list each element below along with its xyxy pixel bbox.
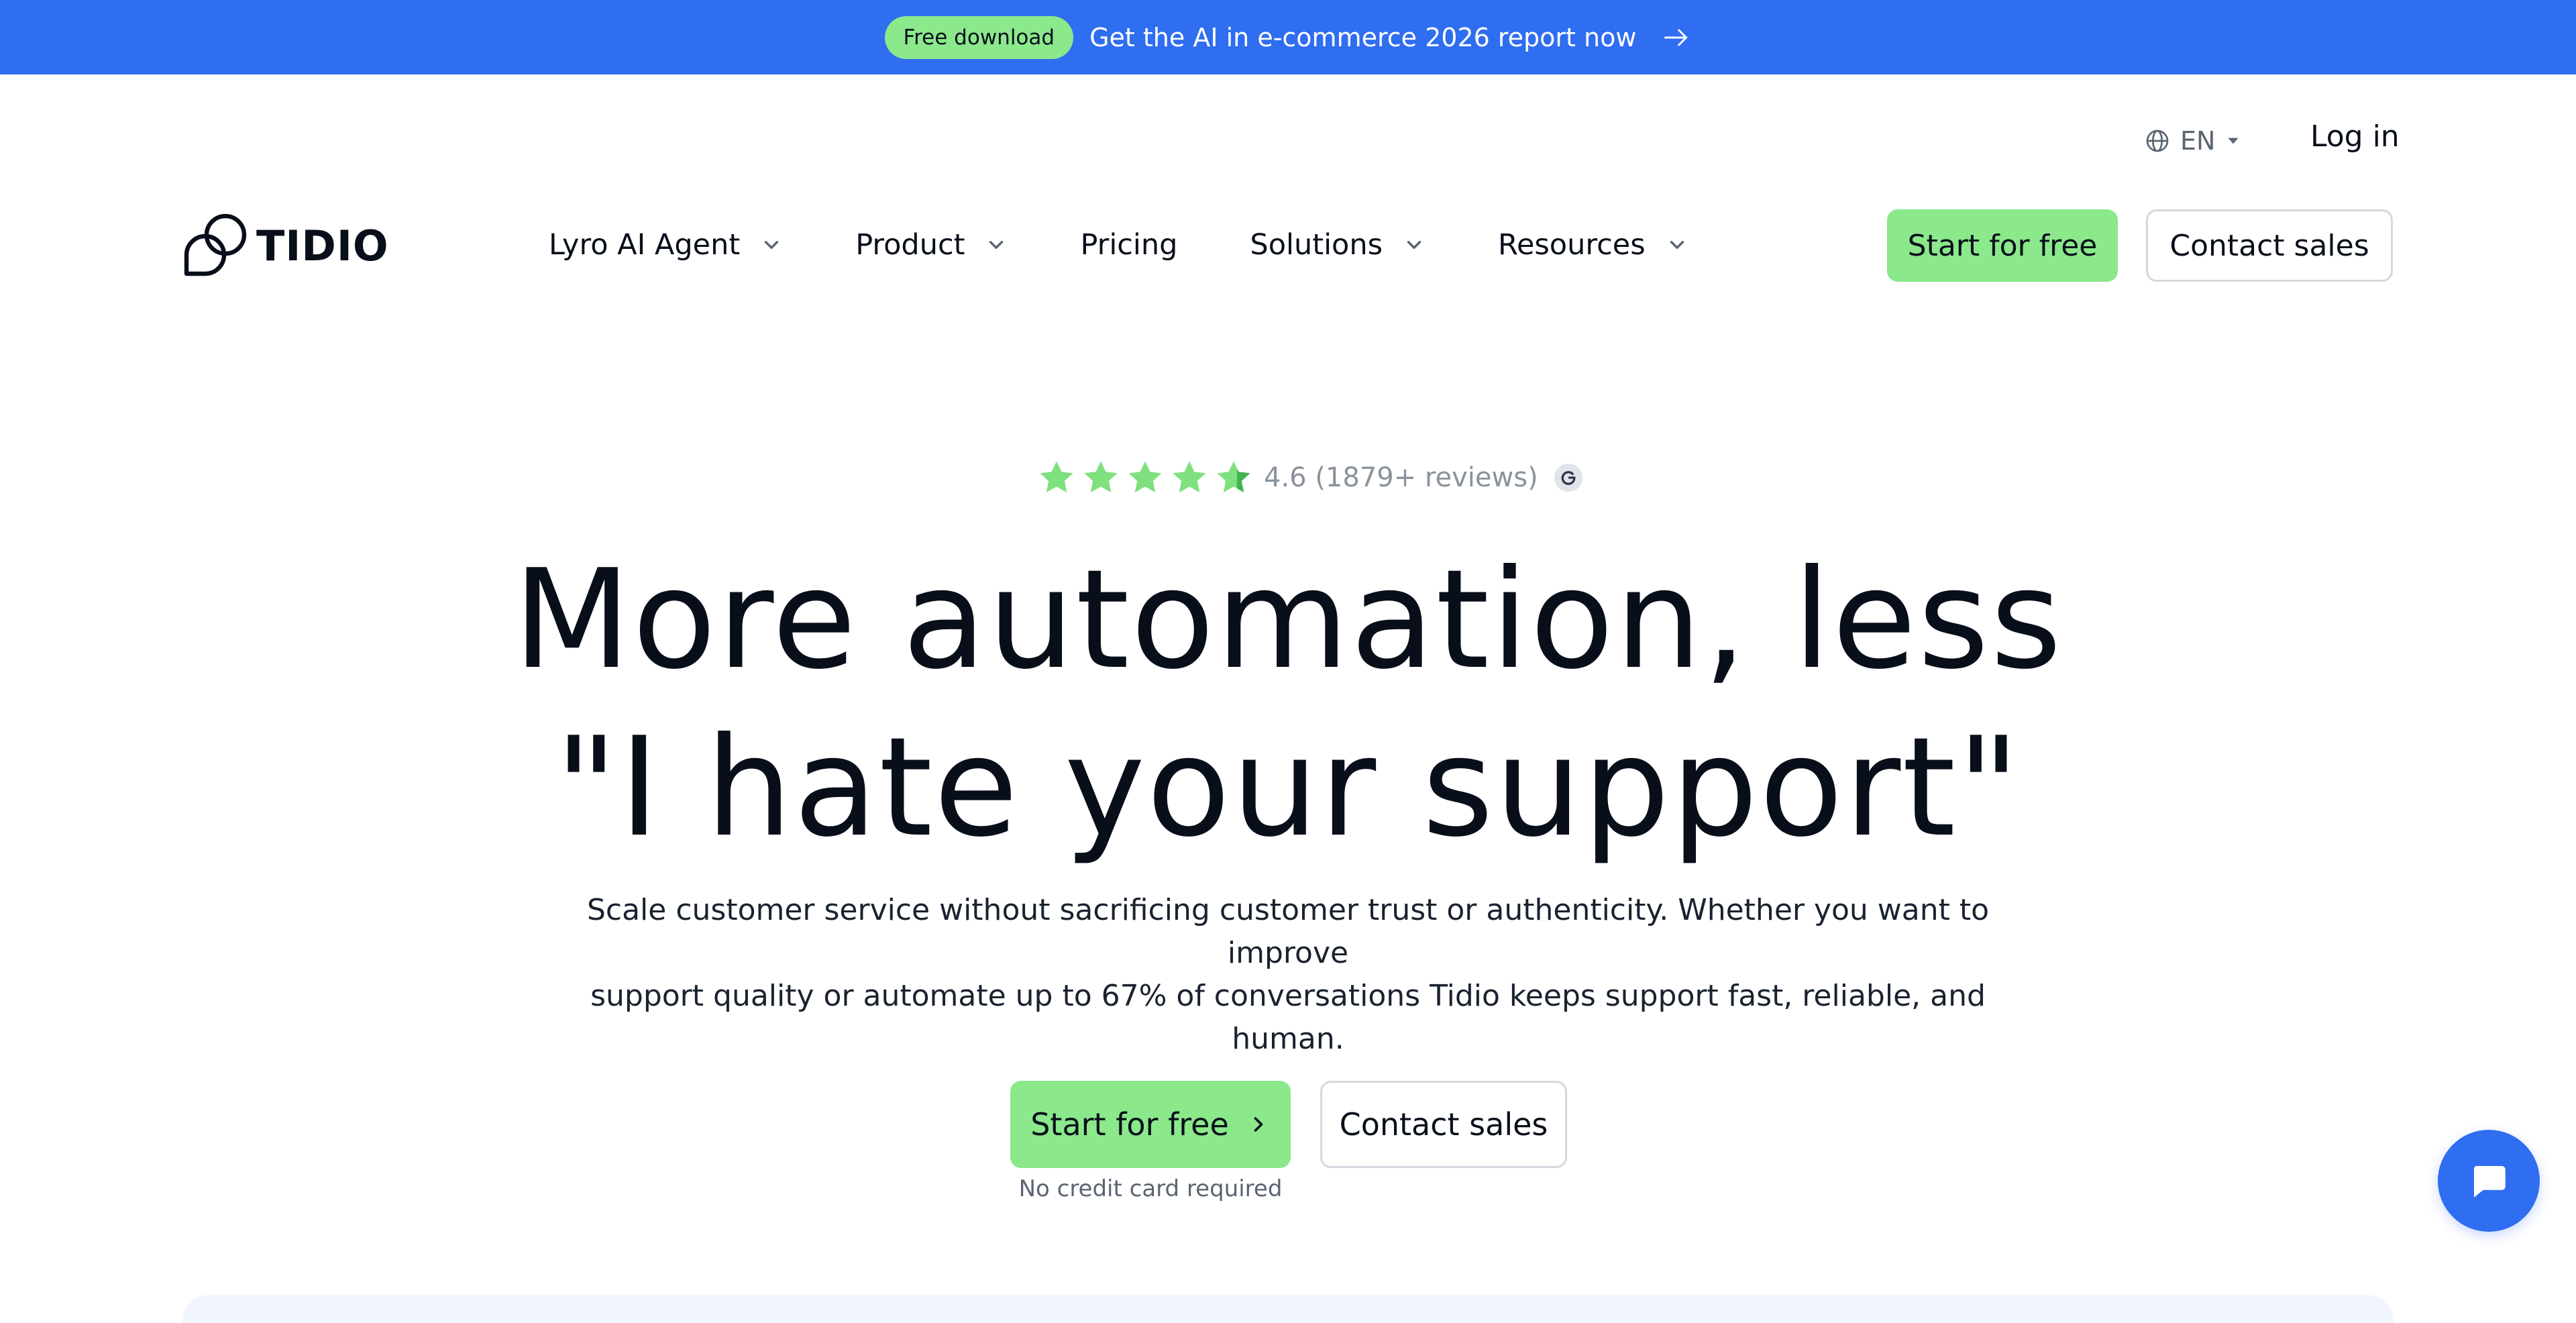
g2-icon (1554, 464, 1582, 492)
announcement-bar[interactable]: Free download Get the AI in e-commerce 2… (0, 0, 2576, 74)
product-preview-panel (182, 1295, 2394, 1323)
chevron-down-icon (1670, 241, 1684, 249)
hero-subtext-line-1: Scale customer service without sacrifici… (586, 893, 1990, 970)
nav-item-lyro-ai-agent[interactable]: Lyro AI Agent (549, 228, 783, 262)
nav-item-pricing[interactable]: Pricing (1080, 228, 1177, 262)
hero-subtext: Scale customer service without sacrifici… (550, 889, 2026, 1061)
star-icon (1084, 461, 1118, 492)
arrow-right-icon (1664, 29, 1688, 46)
language-label: EN (2180, 126, 2216, 156)
star-icon (1040, 461, 1073, 492)
hero-start-free-button[interactable]: Start for free (1010, 1081, 1291, 1168)
hero-headline-line-2: "I hate your support" (554, 708, 2022, 867)
nav-item-solutions[interactable]: Solutions (1250, 228, 1426, 262)
login-link[interactable]: Log in (2310, 119, 2400, 154)
rating-stars (1036, 457, 1254, 498)
nav-item-resources[interactable]: Resources (1498, 228, 1688, 262)
tidio-logo-icon (184, 213, 247, 276)
announcement-message: Get the AI in e-commerce 2026 report now (1089, 22, 1637, 52)
chevron-down-icon (765, 241, 779, 249)
header-contact-sales-button[interactable]: Contact sales (2146, 209, 2393, 282)
chevron-down-icon (989, 241, 1004, 249)
language-selector[interactable]: EN (2144, 122, 2242, 160)
chevron-right-icon (1254, 1117, 1263, 1132)
header-start-free-button[interactable]: Start for free (1887, 209, 2118, 282)
no-credit-card-note: No credit card required (1018, 1175, 1283, 1202)
nav-item-label: Lyro AI Agent (549, 228, 741, 262)
star-half-icon (1217, 461, 1250, 492)
brand-logo[interactable]: TIDIO (182, 212, 389, 279)
hero-start-free-label: Start for free (1030, 1106, 1229, 1143)
nav-item-label: Pricing (1080, 228, 1178, 262)
nav-item-product[interactable]: Product (855, 228, 1008, 262)
star-icon (1128, 461, 1162, 492)
chat-widget-button[interactable] (2438, 1130, 2540, 1232)
chat-bubble-icon (2473, 1166, 2506, 1198)
main-nav: Lyro AI Agent Product Pricing Solutions … (549, 221, 1761, 268)
brand-name: TIDIO (256, 221, 389, 270)
hero-headline: More automation, less "I hate your suppo… (282, 537, 2294, 872)
globe-icon (2146, 129, 2169, 152)
rating-text: 4.6 (1879+ reviews) (1264, 462, 1538, 493)
hero-subtext-line-2: support quality or automate up to 67% of… (590, 979, 1986, 1056)
hero-contact-sales-button[interactable]: Contact sales (1320, 1081, 1567, 1168)
chevron-down-icon (1407, 241, 1421, 249)
nav-item-label: Solutions (1250, 228, 1383, 262)
free-download-badge: Free download (884, 15, 1074, 59)
star-icon (1173, 461, 1206, 492)
nav-item-label: Resources (1498, 228, 1646, 262)
hero-headline-line-1: More automation, less (513, 541, 2063, 700)
caret-down-icon (2228, 138, 2239, 144)
nav-item-label: Product (855, 228, 965, 262)
review-rating: 4.6 (1879+ reviews) (1036, 454, 1582, 502)
